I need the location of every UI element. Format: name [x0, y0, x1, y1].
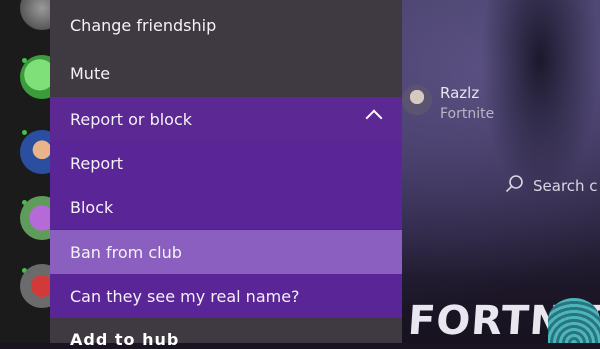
menu-item-label: Ban from club [70, 242, 182, 262]
menu-item-block[interactable]: Block [50, 185, 402, 229]
friend-context-menu: Change friendship Mute Report or block R… [50, 0, 402, 349]
menu-item-report[interactable]: Report [50, 141, 402, 185]
player-game: Fortnite [440, 106, 495, 122]
search-label: Search c [533, 177, 598, 195]
menu-item-label: Can they see my real name? [70, 286, 300, 306]
chevron-up-icon [365, 109, 383, 127]
menu-item-change-friendship[interactable]: Change friendship [50, 3, 402, 47]
search-button[interactable]: Search c [505, 174, 600, 198]
search-icon [505, 174, 525, 198]
menu-item-label: Mute [70, 63, 111, 83]
menu-item-label: Report or block [70, 109, 193, 129]
menu-item-real-name-info[interactable]: Can they see my real name? [50, 274, 402, 318]
character-silhouette [480, 0, 600, 200]
menu-item-label: Change friendship [70, 15, 217, 35]
logo-decoration [548, 298, 600, 343]
player-avatar[interactable] [402, 85, 432, 115]
friends-strip [0, 0, 64, 343]
player-name: Razlz [440, 84, 480, 102]
menu-item-add-to-hub[interactable]: Add to hub [70, 330, 179, 349]
menu-item-label: Block [70, 197, 114, 217]
menu-item-report-or-block[interactable]: Report or block [50, 97, 402, 141]
menu-item-ban-from-club[interactable]: Ban from club [50, 230, 402, 274]
menu-item-label: Report [70, 153, 124, 173]
online-status-dot [22, 130, 27, 135]
menu-item-mute[interactable]: Mute [50, 51, 402, 95]
